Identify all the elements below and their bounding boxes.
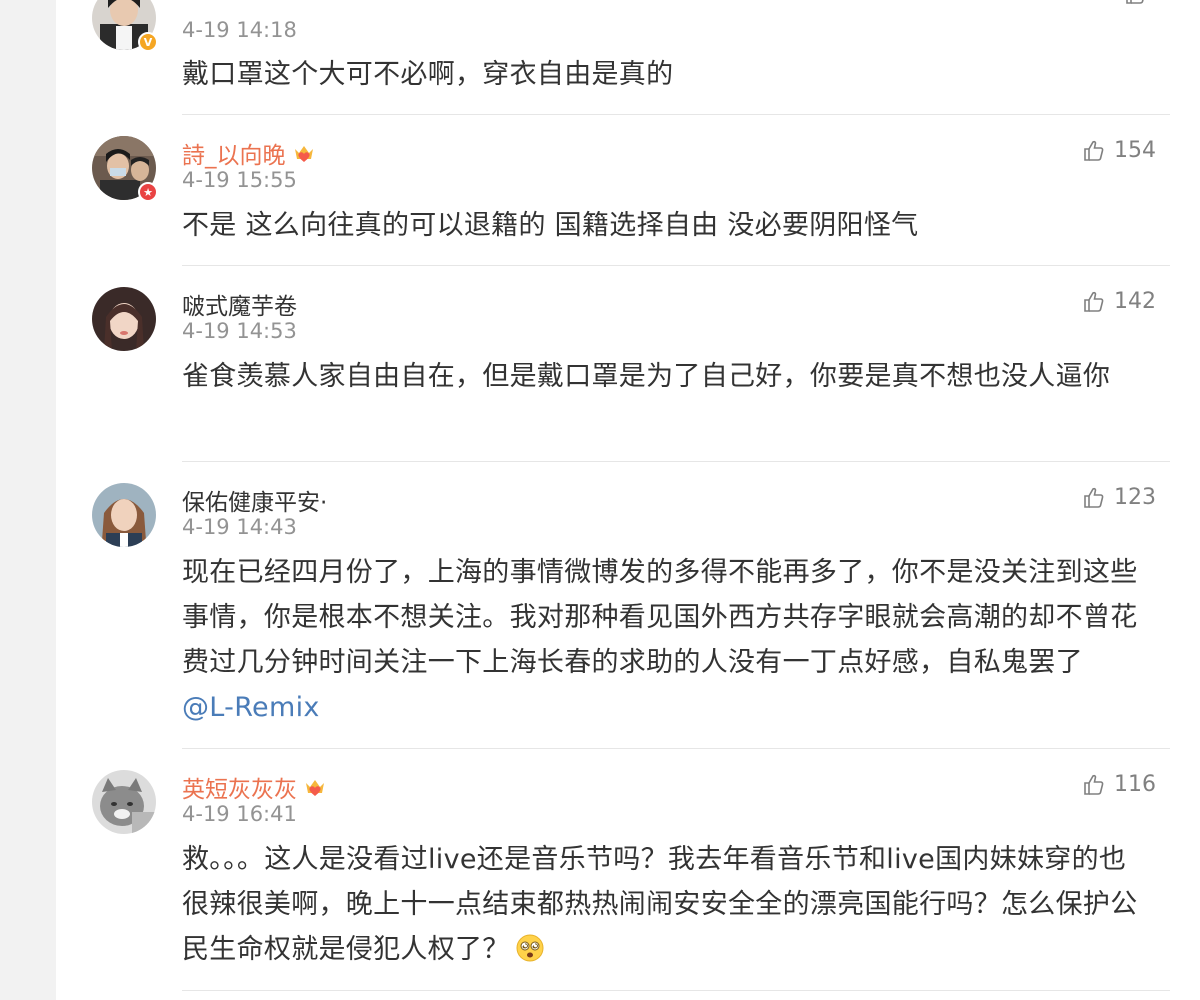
- comment-divider: [182, 461, 1170, 462]
- dizzy-face-icon: [516, 934, 544, 962]
- comment-divider: [182, 114, 1170, 115]
- comment-divider: [182, 990, 1170, 991]
- comment-text: 戴口罩这个大可不必啊，穿衣自由是真的: [182, 59, 674, 90]
- avatar[interactable]: [92, 287, 156, 351]
- comment-text: 雀食羡慕人家自由自在，但是戴口罩是为了自己好，你要是真不想也没人逼你: [182, 361, 1111, 392]
- like-button[interactable]: 116: [1082, 772, 1156, 797]
- verified-badge-icon: V: [138, 32, 158, 52]
- comment-time: 4-19 14:43: [182, 515, 297, 539]
- avatar-image: [92, 770, 156, 834]
- verified-badge-icon: ★: [138, 182, 158, 202]
- comment-username[interactable]: 保佑健康平安·: [182, 483, 327, 517]
- avatar-image: [92, 287, 156, 351]
- weibo-comment-page: V 4-19 14:18 戴口罩这个大可不必啊，穿衣自由是真的 ★ 詩_以向晚 …: [0, 0, 1200, 1000]
- comment-time: 4-19 16:41: [182, 802, 297, 826]
- avatar[interactable]: ★: [92, 136, 158, 202]
- like-count: 154: [1114, 138, 1156, 163]
- comment-text: 救。。。这人是没看过live还是音乐节吗？我去年看音乐节和live国内妹妹穿的也…: [182, 837, 1142, 972]
- like-count: 123: [1114, 485, 1156, 510]
- avatar[interactable]: [92, 483, 156, 547]
- user-mention-link[interactable]: @L-Remix: [182, 692, 320, 723]
- comment-feed: V 4-19 14:18 戴口罩这个大可不必啊，穿衣自由是真的 ★ 詩_以向晚 …: [56, 0, 1200, 1000]
- username-text: 英短灰灰灰: [182, 777, 297, 803]
- comment-time: 4-19 14:18: [182, 18, 297, 42]
- like-count: 116: [1114, 772, 1156, 797]
- thumbs-up-icon: [1084, 291, 1104, 312]
- like-count: 142: [1114, 289, 1156, 314]
- username-text: 詩_以向晚: [182, 143, 286, 169]
- comment-divider: [182, 748, 1170, 749]
- left-gutter: [0, 0, 56, 1000]
- vip-crown-heart-icon: [294, 146, 313, 162]
- like-button[interactable]: 154: [1082, 138, 1156, 163]
- comment-time: 4-19 15:55: [182, 168, 297, 192]
- like-button[interactable]: 123: [1082, 485, 1156, 510]
- comment-text-body: 现在已经四月份了，上海的事情微博发的多得不能再多了，你不是没关注到这些事情，你是…: [182, 557, 1138, 678]
- comment-text: 不是 这么向往真的可以退籍的 国籍选择自由 没必要阴阳怪气: [182, 210, 919, 241]
- comment-text: 现在已经四月份了，上海的事情微博发的多得不能再多了，你不是没关注到这些事情，你是…: [182, 550, 1142, 730]
- comment-username[interactable]: 詩_以向晚: [182, 136, 316, 170]
- vip-crown-heart-icon: [306, 780, 324, 796]
- comment-time: 4-19 14:53: [182, 319, 297, 343]
- like-button[interactable]: 142: [1082, 289, 1156, 314]
- thumbs-up-icon: [1084, 140, 1104, 161]
- avatar-image: [92, 483, 156, 547]
- comment-divider: [182, 265, 1170, 266]
- comment-username[interactable]: 英短灰灰灰: [182, 770, 327, 804]
- thumbs-up-icon: [1084, 774, 1104, 795]
- avatar[interactable]: [92, 770, 156, 834]
- comment-text-body: 救。。。这人是没看过live还是音乐节吗？我去年看音乐节和live国内妹妹穿的也…: [182, 844, 1138, 965]
- like-button[interactable]: [1124, 0, 1156, 6]
- thumbs-up-icon: [1084, 487, 1104, 508]
- avatar[interactable]: V: [92, 0, 158, 52]
- comment-username[interactable]: 啵式魔芋卷: [182, 287, 297, 321]
- thumbs-up-icon: [1126, 0, 1144, 4]
